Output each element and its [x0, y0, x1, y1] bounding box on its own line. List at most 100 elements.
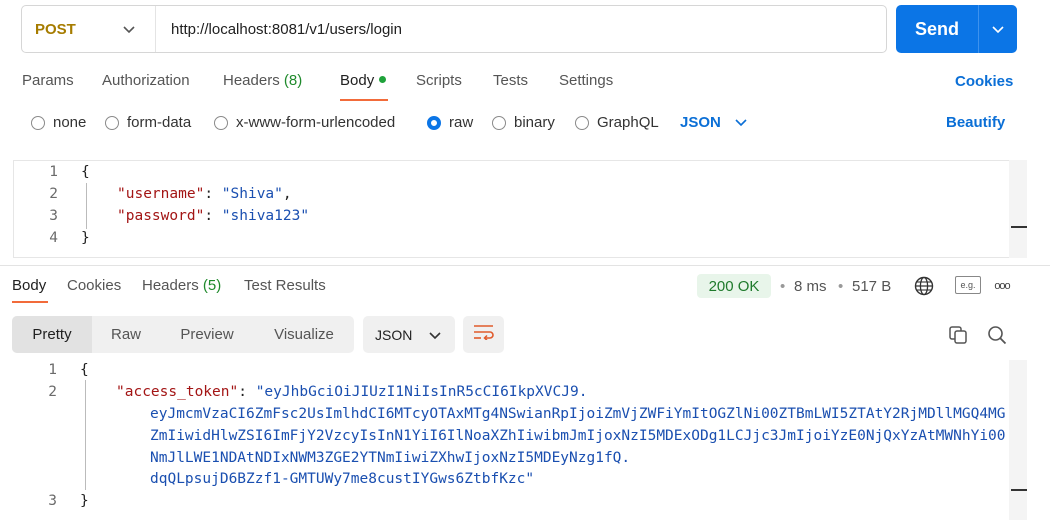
- json-value: "shiva123": [221, 208, 310, 224]
- radio-label: none: [53, 114, 87, 131]
- tab-headers-count: (8): [283, 72, 303, 89]
- json-value: "Shiva": [221, 186, 283, 202]
- radio-circle: [105, 115, 119, 130]
- response-tab-cookies[interactable]: Cookies: [67, 277, 121, 294]
- radio-circle: [214, 115, 228, 130]
- response-tab-test-results[interactable]: Test Results: [244, 277, 326, 294]
- radio-circle: [492, 115, 506, 130]
- beautify-link[interactable]: Beautify: [946, 114, 1005, 131]
- method-select[interactable]: POST: [22, 6, 156, 52]
- line-number: 3: [49, 208, 58, 224]
- active-response-tab-underline: [12, 301, 48, 303]
- request-scroll-thumb[interactable]: [1011, 226, 1027, 228]
- radio-circle: [31, 115, 45, 130]
- json-open-brace: {: [81, 164, 90, 180]
- response-view-group: Pretty Raw Preview Visualize: [12, 316, 354, 353]
- radio-form-data[interactable]: form-data: [105, 114, 191, 131]
- view-raw-button[interactable]: Raw: [92, 316, 160, 353]
- chevron-down-icon: [123, 21, 135, 37]
- radio-raw[interactable]: raw: [427, 114, 473, 131]
- tab-headers-label: Headers: [223, 72, 280, 89]
- response-tab-headers-count: (5): [202, 277, 222, 294]
- response-tab-body[interactable]: Body: [12, 277, 46, 294]
- send-options-button[interactable]: [978, 5, 1017, 53]
- json-open-brace: {: [80, 362, 89, 378]
- tab-tests[interactable]: Tests: [493, 72, 528, 89]
- token-value: eyJmcmVzaCI6ZmFsc2UsImlhdCI6MTcyOTAxMTg4…: [150, 406, 1006, 422]
- view-preview-button[interactable]: Preview: [160, 316, 254, 353]
- radio-label: raw: [449, 114, 474, 131]
- radio-none[interactable]: none: [31, 114, 86, 131]
- radio-label: form-data: [127, 114, 192, 131]
- line-number: 2: [48, 384, 57, 400]
- body-modified-dot: [379, 76, 387, 83]
- url-input[interactable]: [156, 6, 886, 52]
- response-size[interactable]: 517 B: [852, 278, 891, 295]
- json-key: "password": [117, 208, 205, 224]
- radio-circle: [427, 115, 441, 130]
- active-tab-underline: [340, 99, 388, 101]
- token-value: NmJlLWE1NDAtNDIxNWM3ZGE2YTNmIiwiZXhwIjox…: [150, 450, 631, 466]
- search-icon[interactable]: [985, 324, 1009, 346]
- radio-label: binary: [514, 114, 555, 131]
- json-line: "password": "shiva123": [117, 208, 309, 224]
- indent-guide: [86, 183, 87, 229]
- view-pretty-button[interactable]: Pretty: [12, 316, 92, 353]
- json-line: "username": "Shiva",: [117, 186, 292, 202]
- response-body-viewer[interactable]: 1 2 3 { "access_token": "eyJhbGciOiJIUzI…: [13, 360, 1027, 520]
- tab-authorization[interactable]: Authorization: [102, 72, 190, 89]
- pane-divider[interactable]: [0, 265, 1050, 266]
- radio-label: x-www-form-urlencoded: [236, 114, 396, 131]
- raw-format-select[interactable]: JSON: [680, 114, 747, 131]
- send-button-group: Send: [896, 5, 1017, 53]
- chevron-down-icon: [429, 327, 441, 343]
- response-format-select[interactable]: JSON: [363, 316, 455, 353]
- tab-headers[interactable]: Headers (8): [223, 72, 302, 89]
- json-close-brace: }: [80, 493, 89, 509]
- line-number: 2: [49, 186, 58, 202]
- radio-urlencoded[interactable]: x-www-form-urlencoded: [214, 114, 395, 131]
- chevron-down-icon: [992, 21, 1004, 37]
- json-key: "access_token": [116, 384, 239, 400]
- chevron-down-icon: [735, 115, 747, 130]
- json-colon: :: [204, 186, 222, 202]
- body-type-selector: none form-data x-www-form-urlencoded raw…: [0, 114, 1050, 140]
- example-icon[interactable]: e.g.: [955, 276, 981, 294]
- wrap-lines-button[interactable]: [463, 316, 504, 353]
- radio-graphql[interactable]: GraphQL: [575, 114, 659, 131]
- token-value: ZmIiwidHlwZSI6ImFjY2VzcyIsInN1YiI6IlNoaX…: [150, 428, 1006, 444]
- response-time[interactable]: 8 ms: [794, 278, 827, 295]
- line-number: 3: [48, 493, 57, 509]
- tab-params[interactable]: Params: [22, 72, 74, 89]
- tab-body[interactable]: Body: [340, 72, 387, 89]
- response-tab-headers[interactable]: Headers (5): [142, 277, 221, 294]
- tab-scripts[interactable]: Scripts: [416, 72, 462, 89]
- radio-binary[interactable]: binary: [492, 114, 555, 131]
- response-scrollbar[interactable]: [1009, 360, 1027, 520]
- send-button[interactable]: Send: [896, 5, 978, 53]
- response-tab-headers-label: Headers: [142, 277, 199, 294]
- token-value: dqQLpsujD6BZzf1-GMTUWy7me8custIYGws6Ztbf…: [150, 471, 535, 487]
- copy-icon[interactable]: [946, 324, 970, 346]
- status-badge[interactable]: 200 OK: [697, 274, 771, 298]
- cookies-link[interactable]: Cookies: [955, 73, 1013, 90]
- response-scroll-thumb[interactable]: [1011, 489, 1027, 491]
- meta-separator: •: [780, 278, 786, 295]
- request-body-editor[interactable]: 1 2 3 4 { "username": "Shiva", "password…: [13, 160, 1027, 258]
- line-number: 1: [49, 164, 58, 180]
- url-bar: POST: [21, 5, 887, 53]
- token-value: "eyJhbGciOiJIUzI1NiIsInR5cCI6IkpXVCJ9.: [255, 384, 588, 400]
- tab-settings[interactable]: Settings: [559, 72, 613, 89]
- wrap-lines-icon: [473, 324, 495, 345]
- more-icon[interactable]: ooo: [990, 278, 1014, 294]
- radio-circle: [575, 115, 589, 130]
- method-label: POST: [35, 20, 76, 38]
- request-scrollbar[interactable]: [1009, 160, 1027, 258]
- globe-icon[interactable]: [912, 275, 936, 297]
- view-visualize-button[interactable]: Visualize: [254, 316, 354, 353]
- line-number: 4: [49, 230, 58, 246]
- json-colon: :: [238, 384, 256, 400]
- line-number: 1: [48, 362, 57, 378]
- radio-label: GraphQL: [597, 114, 659, 131]
- json-line: "access_token": "eyJhbGciOiJIUzI1NiIsInR…: [116, 384, 587, 400]
